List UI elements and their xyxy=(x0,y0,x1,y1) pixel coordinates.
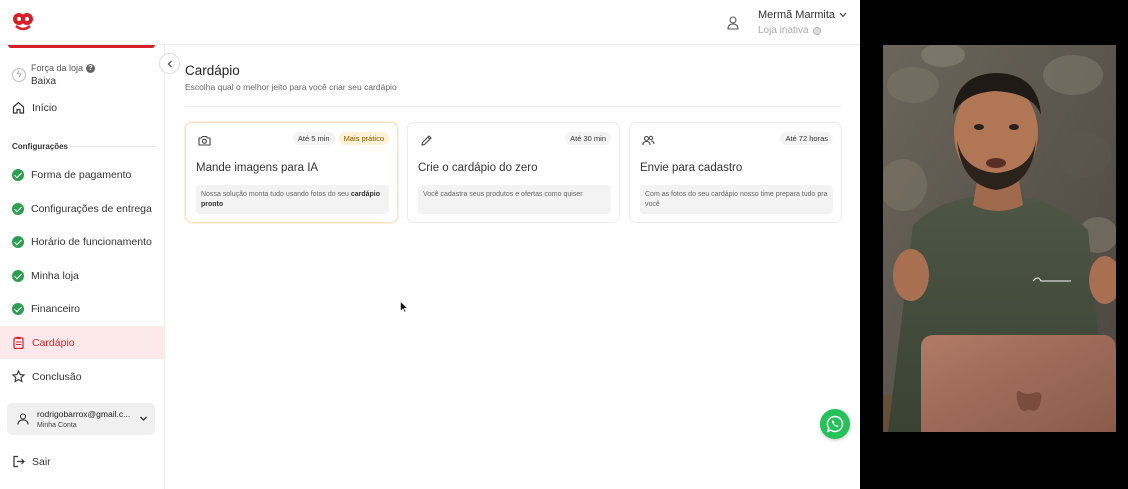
sidebar-item-label: Forma de pagamento xyxy=(31,168,132,181)
lightning-icon: ϟ xyxy=(12,68,26,82)
option-card-send-for-registration[interactable]: Até 72 horas Envie para cadastro Com as … xyxy=(629,122,842,223)
account-subtitle: Minha Conta xyxy=(37,422,77,429)
time-badge: Até 5 min xyxy=(292,132,335,145)
sidebar-item-financial[interactable]: Financeiro xyxy=(0,292,165,325)
card-title: Crie o cardápio do zero xyxy=(418,162,538,174)
sidebar-item-label: Financeiro xyxy=(31,302,81,315)
user-icon xyxy=(17,413,29,425)
webcam-video xyxy=(883,45,1116,432)
top-header: Mermã Marmita Loja inativa xyxy=(0,0,860,45)
brand-logo[interactable] xyxy=(12,11,34,33)
sidebar-item-label: Cardápio xyxy=(32,336,75,349)
card-description: Com as fotos do seu cardápio nosso time … xyxy=(640,185,833,214)
check-icon xyxy=(12,202,24,215)
card-description-text: Nossa solução monta tudo usando fotos do… xyxy=(201,191,349,198)
sidebar-item-label: Minha loja xyxy=(31,269,79,282)
card-description: Nossa solução monta tudo usando fotos do… xyxy=(196,185,389,214)
check-icon xyxy=(12,235,24,248)
card-badges: Até 72 horas xyxy=(780,132,833,145)
chevron-left-icon xyxy=(167,60,172,67)
check-icon xyxy=(12,302,24,315)
content-divider xyxy=(185,106,841,107)
star-icon xyxy=(12,370,25,383)
sidebar-item-label: Conclusão xyxy=(32,370,82,383)
card-description: Você cadastra seus produtos e ofertas co… xyxy=(418,185,611,214)
user-icon[interactable] xyxy=(727,16,739,30)
section-label: Configurações xyxy=(12,142,69,151)
pencil-icon xyxy=(421,135,432,146)
chevron-down-icon xyxy=(140,416,147,421)
option-card-from-scratch[interactable]: Até 30 min Crie o cardápio do zero Você … xyxy=(407,122,620,223)
sidebar-item-home[interactable]: Início xyxy=(0,91,165,124)
whatsapp-chat-button[interactable] xyxy=(820,409,850,439)
sidebar-item-delivery[interactable]: Configurações de entrega xyxy=(0,192,165,225)
sidebar-item-my-store[interactable]: Minha loja xyxy=(0,259,165,292)
card-description-text: Você cadastra seus produtos e ofertas co… xyxy=(423,191,583,198)
card-badges: Até 30 min xyxy=(565,132,611,145)
sidebar-accent-strip xyxy=(8,45,155,48)
sidebar-item-label: Início xyxy=(32,101,58,114)
store-strength-label-text: Força da loja xyxy=(31,63,84,73)
users-icon xyxy=(642,135,655,146)
status-dot-icon xyxy=(812,26,821,35)
sidebar-item-label: Configurações de entrega xyxy=(31,202,152,215)
card-description-text: Com as fotos do seu cardápio nosso time … xyxy=(645,191,828,209)
section-divider xyxy=(70,146,155,147)
recommended-badge: Mais prático xyxy=(338,132,389,145)
user-name: Mermã Marmita xyxy=(758,9,836,21)
check-icon xyxy=(12,168,24,181)
store-strength-label: Força da loja ? xyxy=(31,63,96,73)
sidebar: ϟ Força da loja ? Baixa Início Configura… xyxy=(0,45,165,489)
store-status-text: Loja inativa xyxy=(758,25,809,36)
whatsapp-icon xyxy=(826,415,844,433)
time-badge: Até 30 min xyxy=(565,132,611,145)
sidebar-item-label: Horário de funcionamento xyxy=(31,235,152,248)
app-window: Mermã Marmita Loja inativa ϟ Força da lo… xyxy=(0,0,860,489)
sidebar-item-payment[interactable]: Forma de pagamento xyxy=(0,158,165,191)
card-badges: Até 5 min Mais prático xyxy=(292,132,389,145)
help-icon[interactable]: ? xyxy=(86,63,96,73)
check-icon xyxy=(12,269,24,282)
mouse-cursor-icon xyxy=(400,301,408,313)
account-switcher[interactable]: rodrigobarrox@gmail.c... Minha Conta xyxy=(7,403,155,435)
home-icon xyxy=(12,101,25,114)
camera-icon xyxy=(198,135,211,146)
store-status: Loja inativa xyxy=(758,25,821,36)
logout-icon xyxy=(12,455,25,468)
page-title: Cardápio xyxy=(185,63,240,78)
account-email: rodrigobarrox@gmail.c... xyxy=(37,409,131,419)
logout-label: Sair xyxy=(32,455,51,468)
time-badge: Até 72 horas xyxy=(780,132,833,145)
sidebar-item-conclusion[interactable]: Conclusão xyxy=(0,360,165,393)
logout-button[interactable]: Sair xyxy=(12,455,51,468)
presenter-video-frame xyxy=(883,45,1116,432)
page-subtitle: Escolha qual o melhor jeito para você cr… xyxy=(185,82,397,92)
card-title: Envie para cadastro xyxy=(640,162,743,174)
clipboard-icon xyxy=(12,336,25,349)
user-menu[interactable]: Mermã Marmita xyxy=(758,9,847,21)
sidebar-item-menu[interactable]: Cardápio xyxy=(0,326,165,359)
collapse-sidebar-button[interactable] xyxy=(159,53,180,74)
store-strength-value: Baixa xyxy=(31,76,57,87)
option-card-ai-images[interactable]: Até 5 min Mais prático Mande imagens par… xyxy=(185,122,398,223)
chevron-down-icon xyxy=(839,12,847,18)
sidebar-item-hours[interactable]: Horário de funcionamento xyxy=(0,225,165,258)
card-title: Mande imagens para IA xyxy=(196,162,319,174)
